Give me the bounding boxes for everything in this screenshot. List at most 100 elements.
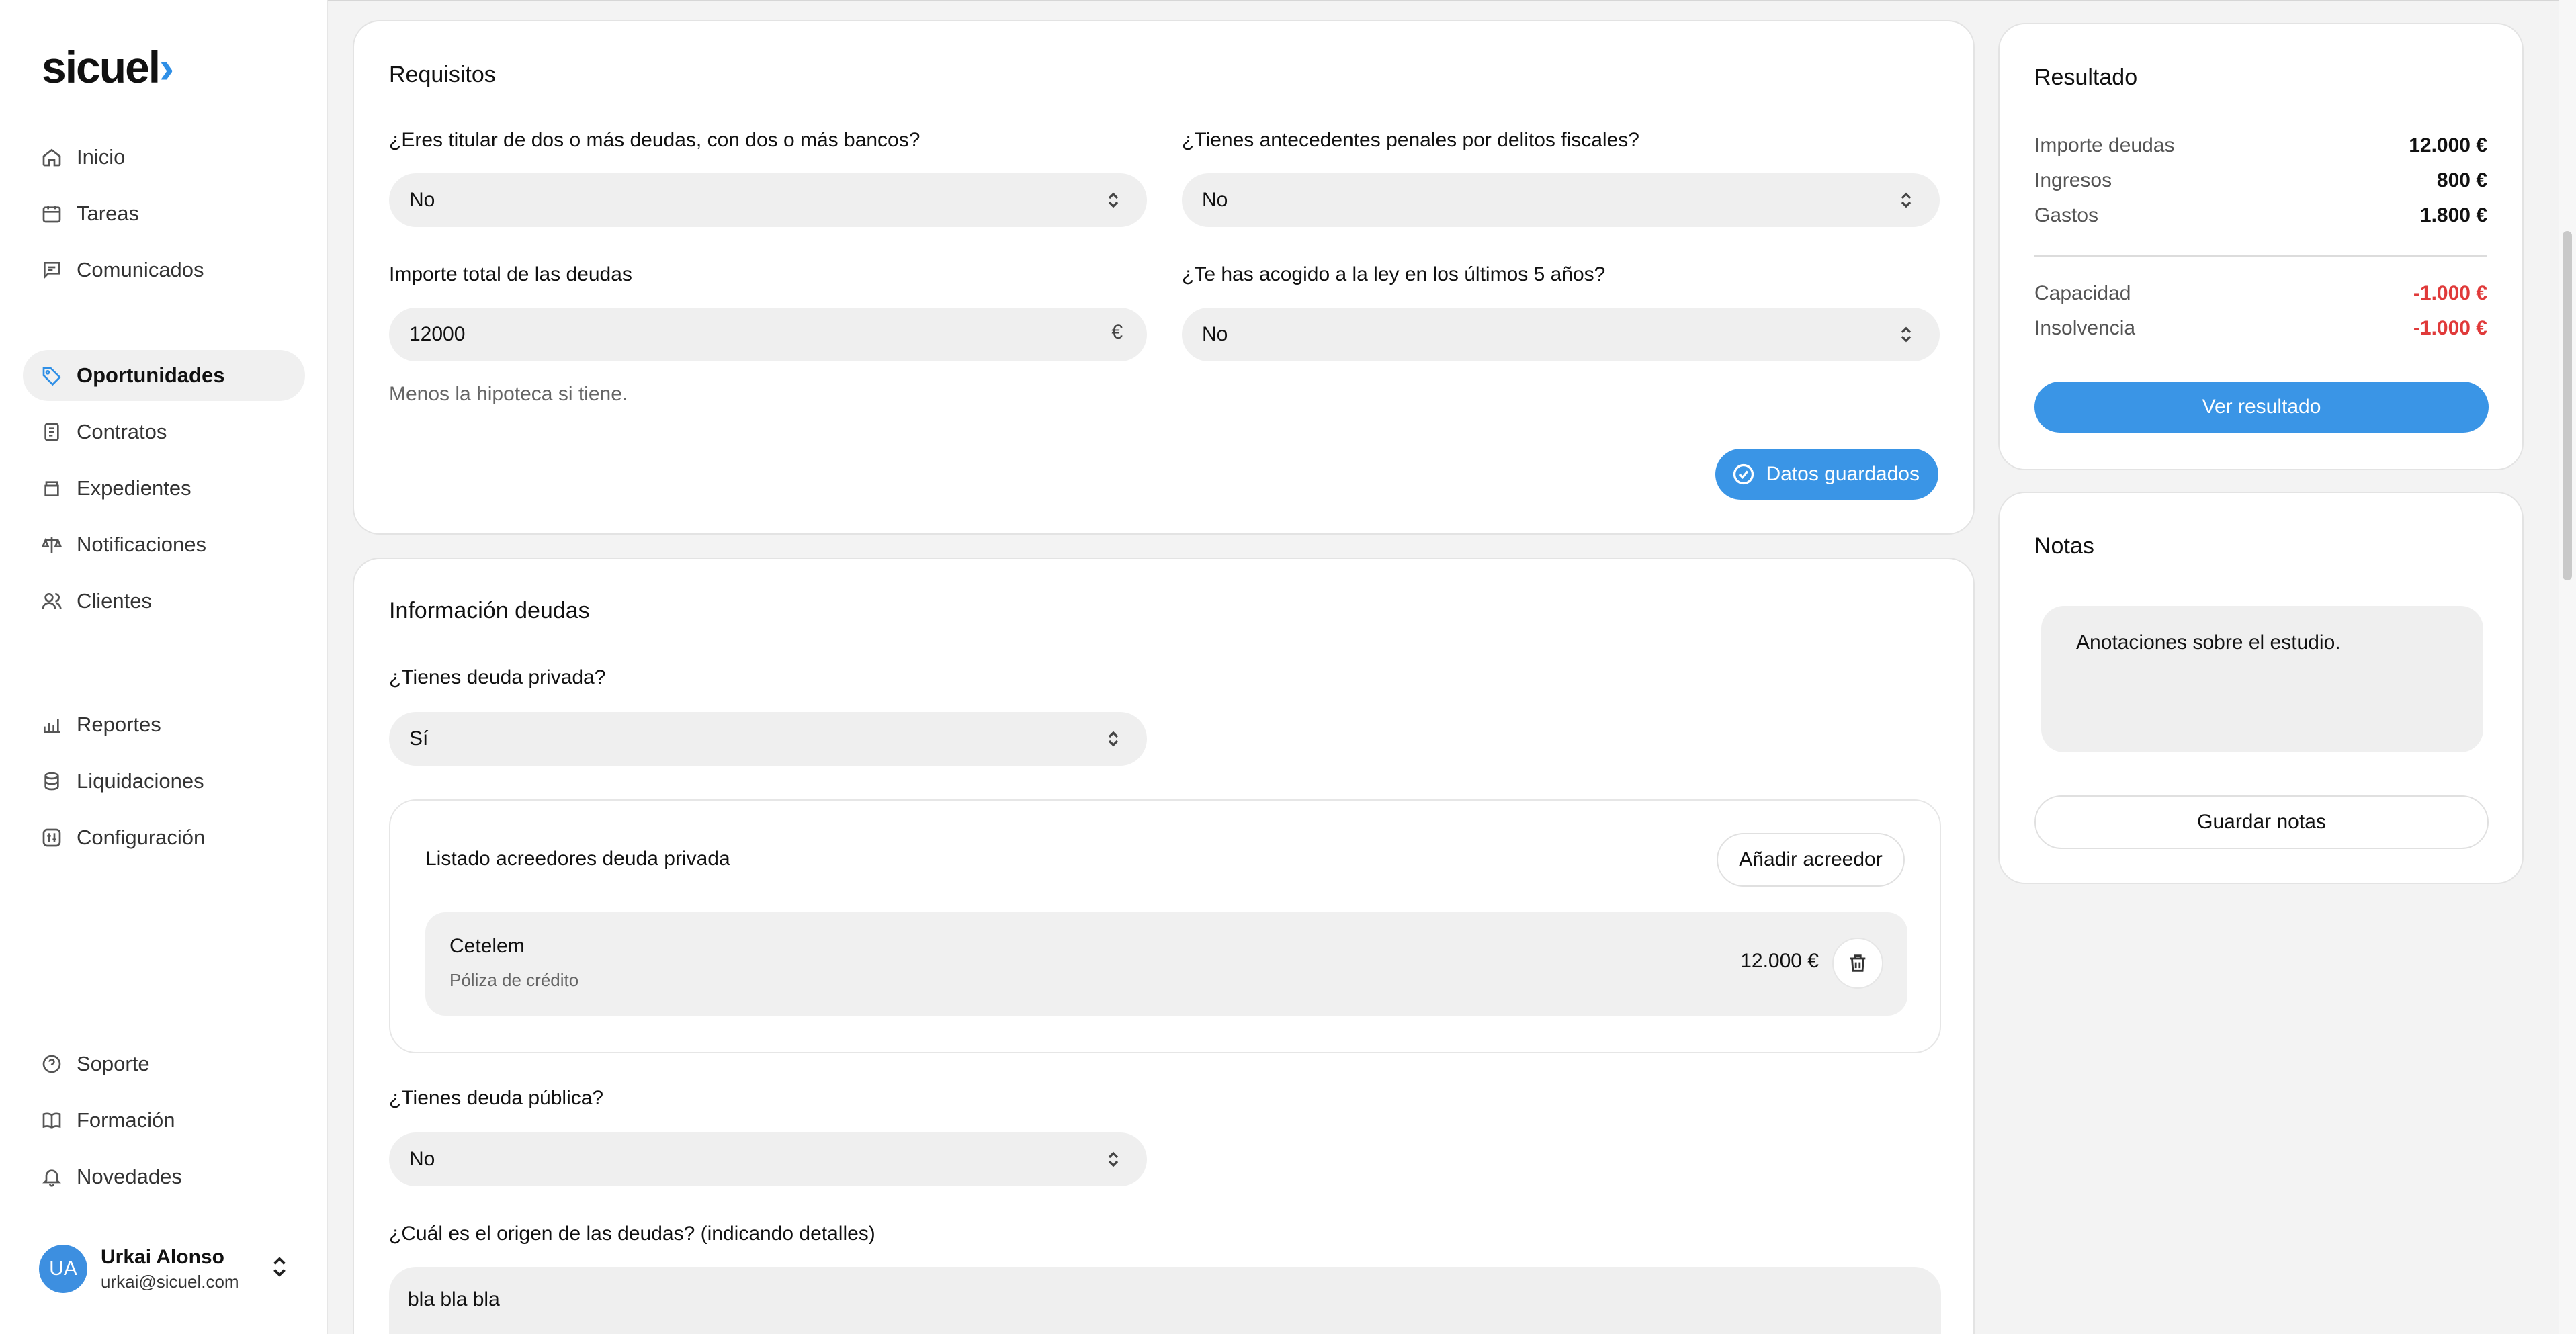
importe-deudas-input[interactable]: 12000 € (389, 308, 1147, 361)
nav-label: Tareas (77, 202, 140, 225)
result-value-negative: -1.000 € (2413, 282, 2487, 304)
delete-creditor-button[interactable] (1832, 938, 1883, 989)
nav-label: Liquidaciones (77, 769, 204, 793)
nav-item-inicio[interactable]: Inicio (23, 132, 305, 183)
nav-item-liquidaciones[interactable]: Liquidaciones (23, 756, 305, 807)
result-label: Gastos (2034, 204, 2099, 226)
creditor-name: Cetelem (449, 935, 525, 957)
nav-item-tareas[interactable]: Tareas (23, 188, 305, 239)
nav-label: Contratos (77, 420, 167, 443)
guardar-notas-button[interactable]: Guardar notas (2034, 795, 2489, 849)
users-icon (40, 590, 63, 613)
nav-label: Clientes (77, 589, 152, 613)
notes-textarea[interactable]: Anotaciones sobre el estudio. (2041, 606, 2483, 752)
check-circle-icon (1733, 463, 1754, 485)
scrollbar[interactable] (2559, 0, 2576, 1334)
antecedentes-select[interactable]: No (1182, 173, 1940, 227)
nav-label: Expedientes (77, 476, 191, 500)
result-value: 800 € (2436, 169, 2487, 191)
select-value: No (1202, 189, 1228, 211)
input-hint: Menos la hipoteca si tiene. (389, 383, 628, 405)
ley-select[interactable]: No (1182, 308, 1940, 361)
avatar: UA (39, 1245, 87, 1293)
folder-icon (40, 477, 63, 500)
result-row: Ingresos 800 € (2034, 169, 2487, 196)
brand-logo[interactable]: sicuel› (42, 42, 174, 93)
nav-item-novedades[interactable]: Novedades (23, 1151, 305, 1202)
help-icon (40, 1053, 63, 1075)
coins-icon (40, 770, 63, 793)
nav-item-oportunidades[interactable]: Oportunidades (23, 350, 305, 401)
nav-label: Soporte (77, 1052, 150, 1075)
chevron-up-down-icon (1894, 322, 1918, 347)
result-value-negative: -1.000 € (2413, 317, 2487, 339)
requisitos-card: Requisitos ¿Eres titular de dos o más de… (353, 20, 1975, 535)
question-label: ¿Cuál es el origen de las deudas? (indic… (389, 1222, 875, 1245)
resultado-card: Resultado Importe deudas 12.000 € Ingres… (1998, 23, 2524, 470)
user-info: Urkai Alonso urkai@sicuel.com (101, 1246, 239, 1292)
message-icon (40, 259, 63, 281)
scrollbar-thumb[interactable] (2563, 231, 2572, 580)
nav-item-formacion[interactable]: Formación (23, 1095, 305, 1146)
nav-label: Novedades (77, 1165, 182, 1188)
nav-item-notificaciones[interactable]: Notificaciones (23, 519, 305, 570)
nav-item-configuracion[interactable]: Configuración (23, 812, 305, 863)
chevron-up-down-icon[interactable] (267, 1255, 294, 1282)
scale-icon (40, 533, 63, 556)
deuda-publica-select[interactable]: No (389, 1132, 1147, 1186)
divider (2034, 255, 2487, 257)
nav-item-expedientes[interactable]: Expedientes (23, 463, 305, 514)
titular-deudas-select[interactable]: No (389, 173, 1147, 227)
acreedores-list-card: Listado acreedores deuda privada Añadir … (389, 799, 1941, 1053)
informacion-deudas-card: Información deudas ¿Tienes deuda privada… (353, 558, 1975, 1334)
card-title: Requisitos (389, 62, 496, 87)
user-name: Urkai Alonso (101, 1245, 224, 1268)
nav-label: Configuración (77, 826, 206, 849)
tag-icon (40, 364, 63, 387)
result-row: Gastos 1.800 € (2034, 204, 2487, 231)
nav-label: Comunicados (77, 258, 204, 281)
calendar-icon (40, 202, 63, 225)
origen-deudas-textarea[interactable]: bla bla bla (389, 1267, 1941, 1334)
result-label: Insolvencia (2034, 317, 2136, 339)
chart-icon (40, 713, 63, 736)
nav-item-clientes[interactable]: Clientes (23, 576, 305, 627)
list-title: Listado acreedores deuda privada (425, 848, 730, 870)
result-label: Capacidad (2034, 282, 2131, 304)
ver-resultado-button[interactable]: Ver resultado (2034, 382, 2489, 433)
currency-suffix: € (1111, 321, 1123, 343)
result-row: Capacidad -1.000 € (2034, 282, 2487, 309)
datos-guardados-button[interactable]: Datos guardados (1715, 449, 1938, 500)
card-title: Notas (2034, 533, 2094, 559)
add-acreedor-button[interactable]: Añadir acreedor (1717, 833, 1905, 887)
bell-icon (40, 1165, 63, 1188)
select-value: No (1202, 323, 1228, 345)
document-icon (40, 420, 63, 443)
creditor-amount: 12.000 € (1740, 950, 1819, 972)
brand-name: sicuel (42, 42, 161, 92)
question-label: ¿Eres titular de dos o más deudas, con d… (389, 129, 920, 151)
nav-item-soporte[interactable]: Soporte (23, 1038, 305, 1090)
select-value: No (409, 1148, 435, 1170)
nav-item-reportes[interactable]: Reportes (23, 699, 305, 750)
button-label: Ver resultado (2202, 396, 2321, 418)
nav-label: Formación (77, 1108, 175, 1132)
notas-card: Notas Anotaciones sobre el estudio. Guar… (1998, 492, 2524, 884)
select-value: Sí (409, 727, 429, 750)
chevron-up-down-icon (1101, 1147, 1125, 1171)
nav-label: Reportes (77, 713, 161, 736)
deuda-privada-select[interactable]: Sí (389, 712, 1147, 766)
top-border (328, 0, 2576, 1)
nav-item-contratos[interactable]: Contratos (23, 406, 305, 457)
user-menu[interactable]: UA Urkai Alonso urkai@sicuel.com (39, 1239, 294, 1299)
chevron-up-down-icon (1894, 188, 1918, 212)
nav-item-comunicados[interactable]: Comunicados (23, 244, 305, 296)
button-label: Añadir acreedor (1739, 848, 1883, 871)
question-label: ¿Tienes deuda pública? (389, 1087, 604, 1109)
button-label: Datos guardados (1766, 463, 1920, 485)
user-email: urkai@sicuel.com (101, 1271, 239, 1292)
nav-label: Notificaciones (77, 533, 206, 556)
home-icon (40, 146, 63, 169)
question-label: ¿Te has acogido a la ley en los últimos … (1182, 263, 1606, 285)
list-item[interactable]: Cetelem Póliza de crédito 12.000 € (425, 912, 1907, 1016)
